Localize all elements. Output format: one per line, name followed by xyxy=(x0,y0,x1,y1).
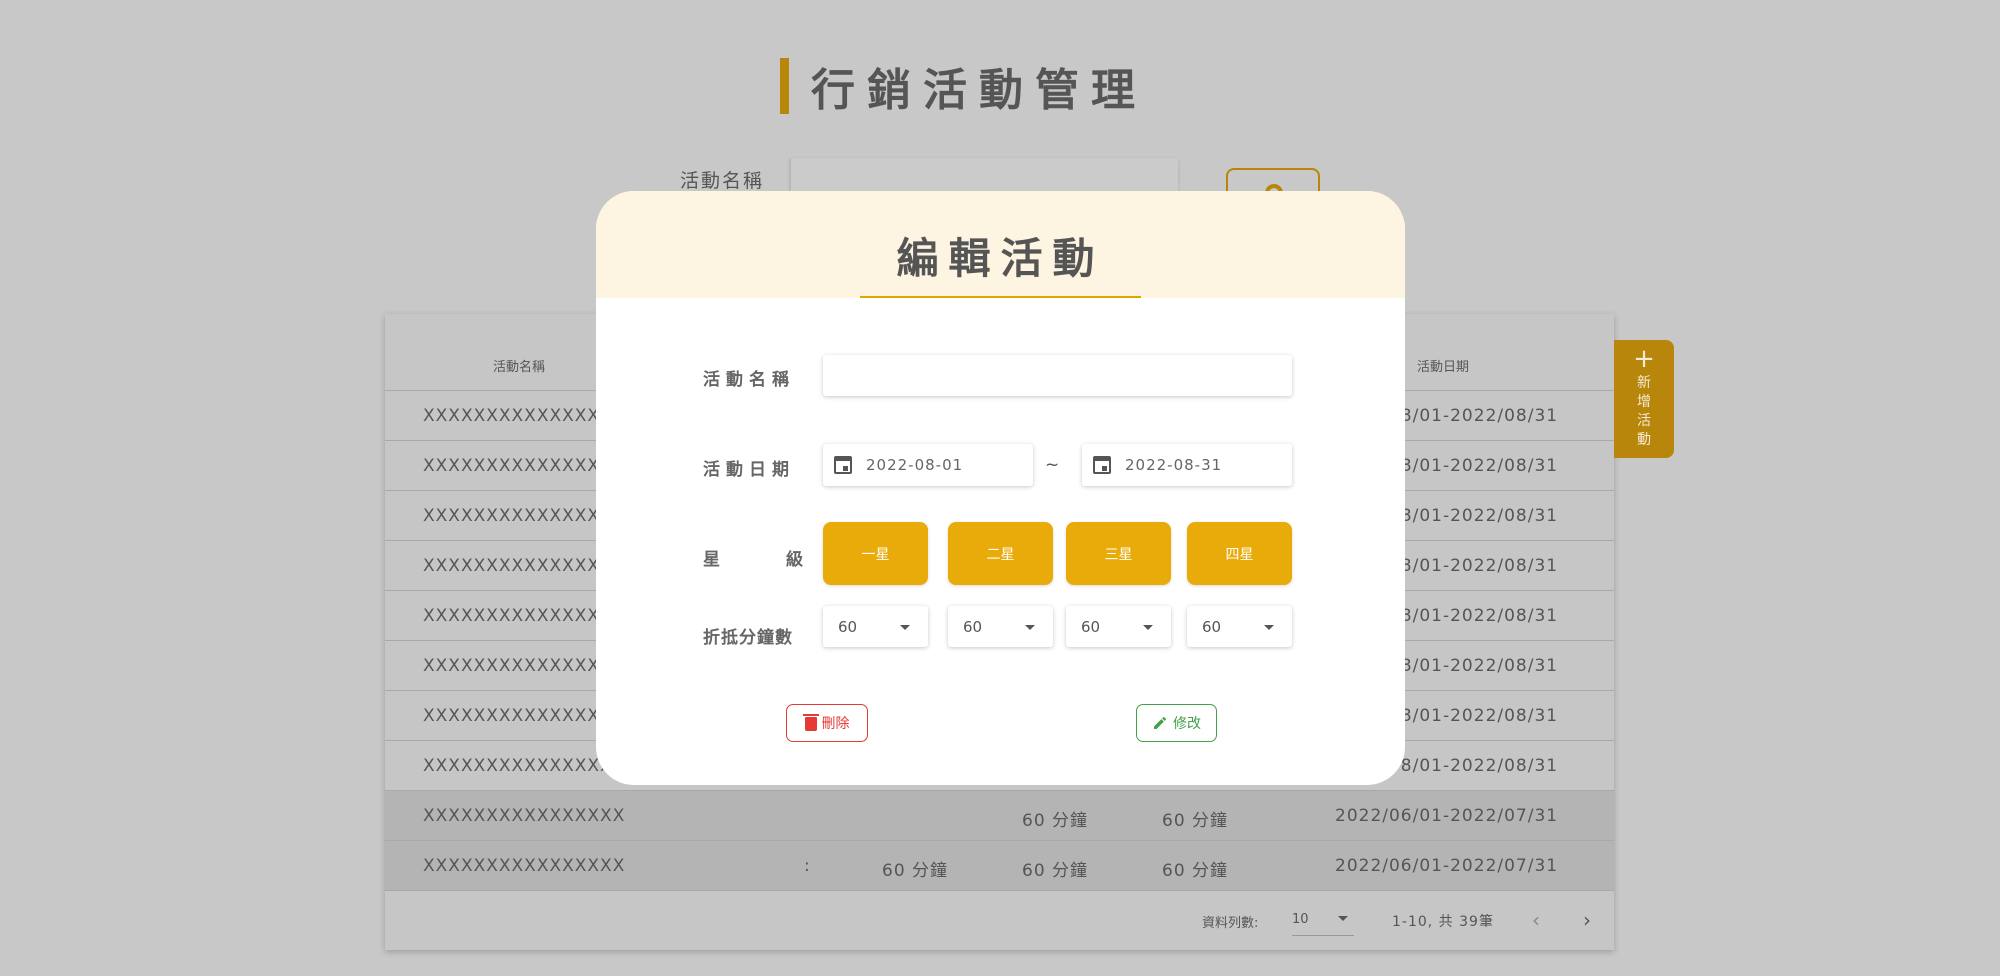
discount-value: 60 xyxy=(1202,618,1222,636)
activity-name-cell: XXXXXXXXXXXXXXXX xyxy=(423,756,626,776)
modal-title: 編輯活動 xyxy=(896,234,1105,283)
start-date-picker[interactable]: 2022-08-01 xyxy=(823,444,1033,486)
delete-button-label: 刪除 xyxy=(821,716,850,732)
modal-header: 編輯活動 xyxy=(596,191,1405,298)
minutes-cell: 60 分鐘 xyxy=(1162,861,1229,881)
modal-title-underline xyxy=(860,296,1141,298)
discount-select-one-star[interactable]: 60 xyxy=(823,606,928,647)
edit-button[interactable]: 修改 xyxy=(1136,704,1217,742)
minutes-cell: 60 分鐘 xyxy=(1162,811,1229,831)
calendar-icon xyxy=(1093,456,1111,474)
edit-activity-modal: 編輯活動 活動名稱 活動日期 2022-08-01 ~ 2022-08-31 星… xyxy=(596,191,1405,785)
prev-page-button[interactable]: ‹ xyxy=(1526,908,1546,932)
star-one-button[interactable]: 一星 xyxy=(823,522,928,585)
star-level-label-left: 星 xyxy=(703,550,720,570)
star-level-label: 星 級 xyxy=(703,545,803,570)
calendar-icon xyxy=(834,456,852,474)
start-date-value: 2022-08-01 xyxy=(866,456,964,474)
chevron-down-icon xyxy=(1264,625,1274,630)
delete-button[interactable]: 刪除 xyxy=(786,704,868,742)
activity-name-cell: XXXXXXXXXXXXXXXX xyxy=(423,706,626,726)
star-two-button[interactable]: 二星 xyxy=(948,522,1053,585)
activity-date-label: 活動日期 xyxy=(703,460,795,480)
activity-name-cell: XXXXXXXXXXXXXXXX xyxy=(423,506,626,526)
star-level-label-right: 級 xyxy=(786,550,803,570)
edit-button-label: 修改 xyxy=(1173,716,1201,732)
rows-per-page-label: 資料列數: xyxy=(1202,916,1259,931)
discount-value: 60 xyxy=(963,618,983,636)
chevron-down-icon xyxy=(1338,916,1348,921)
discount-value: 60 xyxy=(838,618,858,636)
search-label: 活動名稱 xyxy=(680,170,765,192)
activity-name-cell: XXXXXXXXXXXXXXXX xyxy=(423,856,626,876)
column-header-name: 活動名稱 xyxy=(493,360,546,375)
chevron-down-icon xyxy=(900,625,910,630)
end-date-picker[interactable]: 2022-08-31 xyxy=(1082,444,1292,486)
star-four-button[interactable]: 四星 xyxy=(1187,522,1292,585)
separator-cell: : xyxy=(804,856,810,876)
table-row[interactable]: XXXXXXXXXXXXXXXX: 60 分鐘 60 分鐘 60 分鐘 2022/06/… xyxy=(385,841,1614,891)
chevron-down-icon xyxy=(1025,625,1035,630)
minutes-cell: 60 分鐘 xyxy=(1022,861,1089,881)
table-row[interactable]: XXXXXXXXXXXXXXXX 60 分鐘 60 分鐘 2022/06/01-202… xyxy=(385,791,1614,841)
activity-name-input[interactable] xyxy=(823,355,1292,396)
activity-name-cell: XXXXXXXXXXXXXXXX xyxy=(423,556,626,576)
add-activity-label: 新增活動 xyxy=(1637,375,1651,448)
minutes-cell: 60 分鐘 xyxy=(882,861,949,881)
plus-icon: + xyxy=(1633,344,1655,374)
rows-per-page-value: 10 xyxy=(1292,912,1309,927)
chevron-down-icon xyxy=(1143,625,1153,630)
trash-icon xyxy=(802,714,819,731)
star-three-button[interactable]: 三星 xyxy=(1066,522,1171,585)
activity-name-cell: XXXXXXXXXXXXXXXX xyxy=(423,456,626,476)
activity-date-cell: 2022/06/01-2022/07/31 xyxy=(1335,856,1559,876)
activity-name-cell: XXXXXXXXXXXXXXXX xyxy=(423,656,626,676)
minutes-cell: 60 分鐘 xyxy=(1022,811,1089,831)
discount-select-three-star[interactable]: 60 xyxy=(1066,606,1171,647)
activity-name-cell: XXXXXXXXXXXXXXXX xyxy=(423,406,626,426)
activity-name-label: 活動名稱 xyxy=(703,370,795,390)
activity-date-cell: 2022/06/01-2022/07/31 xyxy=(1335,806,1559,826)
pagination-range: 1-10, 共 39筆 xyxy=(1392,914,1494,930)
discount-select-four-star[interactable]: 60 xyxy=(1187,606,1292,647)
discount-value: 60 xyxy=(1081,618,1101,636)
date-range-separator: ~ xyxy=(1045,455,1060,475)
title-accent-bar xyxy=(780,58,789,114)
end-date-value: 2022-08-31 xyxy=(1125,456,1223,474)
pencil-icon xyxy=(1154,716,1167,729)
next-page-button[interactable]: › xyxy=(1577,908,1597,932)
discount-minutes-label: 折抵分鐘數 xyxy=(703,628,793,648)
page-title-wrap: 行銷活動管理 xyxy=(780,58,1147,116)
rows-per-page-select[interactable]: 10 xyxy=(1292,902,1354,936)
column-header-date: 活動日期 xyxy=(1417,360,1470,375)
activity-name-cell: XXXXXXXXXXXXXXXX xyxy=(423,606,626,626)
activity-name-cell: XXXXXXXXXXXXXXXX xyxy=(423,806,626,826)
page-title: 行銷活動管理 xyxy=(811,65,1147,116)
discount-select-two-star[interactable]: 60 xyxy=(948,606,1053,647)
add-activity-button[interactable]: + 新增活動 xyxy=(1614,340,1674,458)
